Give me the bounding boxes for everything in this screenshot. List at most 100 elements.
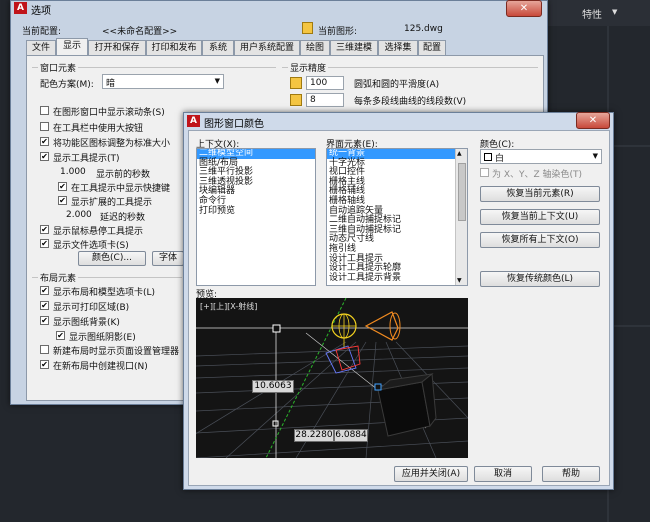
tab-system[interactable]: 系统 — [202, 40, 234, 55]
page-setup-manager-checkbox[interactable] — [40, 345, 49, 354]
shortcut-keys-checkbox[interactable]: ✔ — [58, 182, 67, 191]
chevron-down-icon: ▼ — [214, 77, 220, 85]
file-tabs-checkbox[interactable]: ✔ — [40, 239, 49, 248]
tooltip-delay-label: 显示前的秒数 — [96, 170, 151, 180]
paper-shadow-checkbox[interactable]: ✔ — [56, 331, 65, 340]
extended-tooltips-checkbox[interactable]: ✔ — [58, 196, 67, 205]
current-drawing-value: 125.dwg — [404, 24, 443, 34]
scrollbars-label: 在图形窗口中显示滚动条(S) — [53, 108, 165, 118]
color-scheme-value: 暗 — [106, 79, 116, 89]
tab-profiles[interactable]: 配置 — [418, 40, 446, 55]
window-elements-title: 窗口元素 — [38, 61, 79, 74]
rollover-tooltips-label: 显示鼠标悬停工具提示 — [53, 227, 144, 237]
apply-close-button[interactable]: 应用并关闭(A) — [394, 466, 468, 482]
tab-plot-publish[interactable]: 打印和发布 — [146, 40, 202, 55]
file-tabs-label: 显示文件选项卡(S) — [53, 241, 129, 251]
ribbon-icon-size-checkbox[interactable]: ✔ — [40, 137, 49, 146]
paper-background-label: 显示图纸背景(K) — [53, 318, 120, 328]
paper-background-checkbox[interactable]: ✔ — [40, 316, 49, 325]
shortcut-keys-label: 在工具提示中显示快捷键 — [71, 184, 171, 194]
scroll-up-icon[interactable]: ▲ — [457, 150, 462, 157]
autocad-logo: A — [187, 115, 200, 127]
interface-element-listbox[interactable]: 统一背景 十字光标 视口控件 栅格主线 栅格辅线 栅格轴线 自动追踪矢量 二维自… — [326, 148, 468, 286]
viewport-controls-label[interactable]: [+][上][X-射线] — [200, 301, 257, 312]
restore-classic-colors-button[interactable]: 恢复传统颜色(L) — [480, 271, 600, 287]
layout-model-tabs-checkbox[interactable]: ✔ — [40, 286, 49, 295]
colors-button[interactable]: 颜色(C)... — [78, 251, 146, 266]
printable-area-checkbox[interactable]: ✔ — [40, 301, 49, 310]
interface-list-scrollbar[interactable]: ▲ ▼ — [455, 149, 467, 285]
fonts-button[interactable]: 字体 — [152, 251, 184, 266]
layout-model-tabs-label: 显示布局和模型选项卡(L) — [53, 288, 156, 298]
close-button[interactable]: ✕ — [576, 112, 610, 129]
tab-drafting[interactable]: 绘图 — [300, 40, 330, 55]
chevron-down-icon[interactable]: ▼ — [612, 8, 617, 16]
polyline-segments-input[interactable]: 8 — [306, 93, 344, 107]
current-drawing-label: 当前图形: — [318, 27, 358, 37]
chevron-down-icon: ▼ — [592, 152, 598, 160]
tab-3d-modeling[interactable]: 三维建模 — [330, 40, 378, 55]
layout-elements-title: 布局元素 — [38, 271, 79, 284]
display-resolution-title: 显示精度 — [288, 61, 329, 74]
current-profile-label: 当前配置: — [22, 27, 62, 37]
extended-delay-value[interactable]: 2.000 — [66, 210, 92, 220]
large-buttons-label: 在工具栏中使用大按钮 — [53, 124, 144, 134]
autocad-logo: A — [14, 2, 27, 14]
help-button[interactable]: 帮助 — [542, 466, 600, 482]
arc-smoothness-value: 100 — [310, 78, 328, 88]
printable-area-label: 显示可打印区域(B) — [53, 303, 130, 313]
scroll-down-icon[interactable]: ▼ — [457, 277, 462, 284]
arc-smoothness-label: 圆弧和圆的平滑度(A) — [354, 80, 440, 90]
context-listbox[interactable]: 二维模型空间 图纸/布局 三维平行投影 三维透视投影 块编辑器 命令行 打印预览 — [196, 148, 316, 286]
extended-delay-label: 延迟的秒数 — [100, 213, 146, 223]
large-buttons-checkbox[interactable] — [40, 122, 49, 131]
coordinate-input-x[interactable]: 10.6063 — [252, 380, 294, 393]
color-swatch — [484, 153, 492, 161]
restore-current-context-button[interactable]: 恢复当前上下文(U) — [480, 209, 600, 225]
scrollbars-checkbox[interactable] — [40, 106, 49, 115]
polyline-segments-value: 8 — [310, 95, 316, 105]
coordinate-input-z[interactable]: 6.0884 — [334, 429, 368, 442]
ribbon-icon-size-label: 将功能区图标调整为标准大小 — [53, 139, 171, 149]
tooltip-delay-value[interactable]: 1.000 — [60, 167, 86, 177]
interface-item[interactable]: 设计工具提示背景 — [327, 273, 467, 284]
restore-all-contexts-button[interactable]: 恢复所有上下文(O) — [480, 232, 600, 248]
tab-display[interactable]: 显示 — [56, 38, 88, 55]
close-icon: ✕ — [588, 115, 598, 126]
options-title: 选项 — [31, 6, 51, 17]
context-item[interactable]: 打印预览 — [197, 206, 315, 217]
close-icon: ✕ — [519, 3, 529, 14]
close-button[interactable]: ✕ — [506, 0, 542, 17]
create-viewport-label: 在新布局中创建视口(N) — [53, 362, 148, 372]
tab-user-preferences[interactable]: 用户系统配置 — [234, 40, 300, 55]
color-scheme-select[interactable]: 暗 ▼ — [102, 74, 224, 89]
coordinate-input-y[interactable]: 28.2280 — [294, 429, 334, 442]
preview-viewport: [+][上][X-射线] 10.6063 28.2280 6.0884 — [196, 298, 468, 458]
current-profile-value: <<未命名配置>> — [102, 27, 178, 37]
properties-label: 特性 — [582, 10, 602, 21]
color-scheme-label: 配色方案(M): — [40, 80, 94, 90]
color-value: 白 — [495, 154, 505, 164]
tab-files[interactable]: 文件 — [26, 40, 56, 55]
polyline-segments-label: 每条多段线曲线的线段数(V) — [354, 97, 467, 107]
cancel-button[interactable]: 取消 — [474, 466, 532, 482]
show-tooltips-label: 显示工具提示(T) — [53, 154, 120, 164]
colors-dialog-title: 图形窗口颜色 — [204, 119, 264, 130]
tab-selection[interactable]: 选择集 — [378, 40, 418, 55]
tint-axes-checkbox[interactable] — [480, 168, 489, 177]
scrollbar-thumb[interactable] — [458, 163, 466, 221]
color-select[interactable]: 白 ▼ — [480, 149, 602, 164]
drawing-icon — [302, 22, 313, 34]
arc-smoothness-input[interactable]: 100 — [306, 76, 344, 90]
tint-axes-label: 为 X、Y、Z 轴染色(T) — [492, 170, 583, 180]
page-setup-manager-label: 新建布局时显示页面设置管理器 — [53, 347, 180, 357]
polyline-segments-icon — [290, 94, 302, 106]
extended-tooltips-label: 显示扩展的工具提示 — [71, 198, 153, 208]
rollover-tooltips-checkbox[interactable]: ✔ — [40, 225, 49, 234]
restore-current-element-button[interactable]: 恢复当前元素(R) — [480, 186, 600, 202]
show-tooltips-checkbox[interactable]: ✔ — [40, 152, 49, 161]
paper-shadow-label: 显示图纸阴影(E) — [69, 333, 136, 343]
arc-smoothness-icon — [290, 77, 302, 89]
create-viewport-checkbox[interactable]: ✔ — [40, 360, 49, 369]
tab-open-save[interactable]: 打开和保存 — [88, 40, 146, 55]
